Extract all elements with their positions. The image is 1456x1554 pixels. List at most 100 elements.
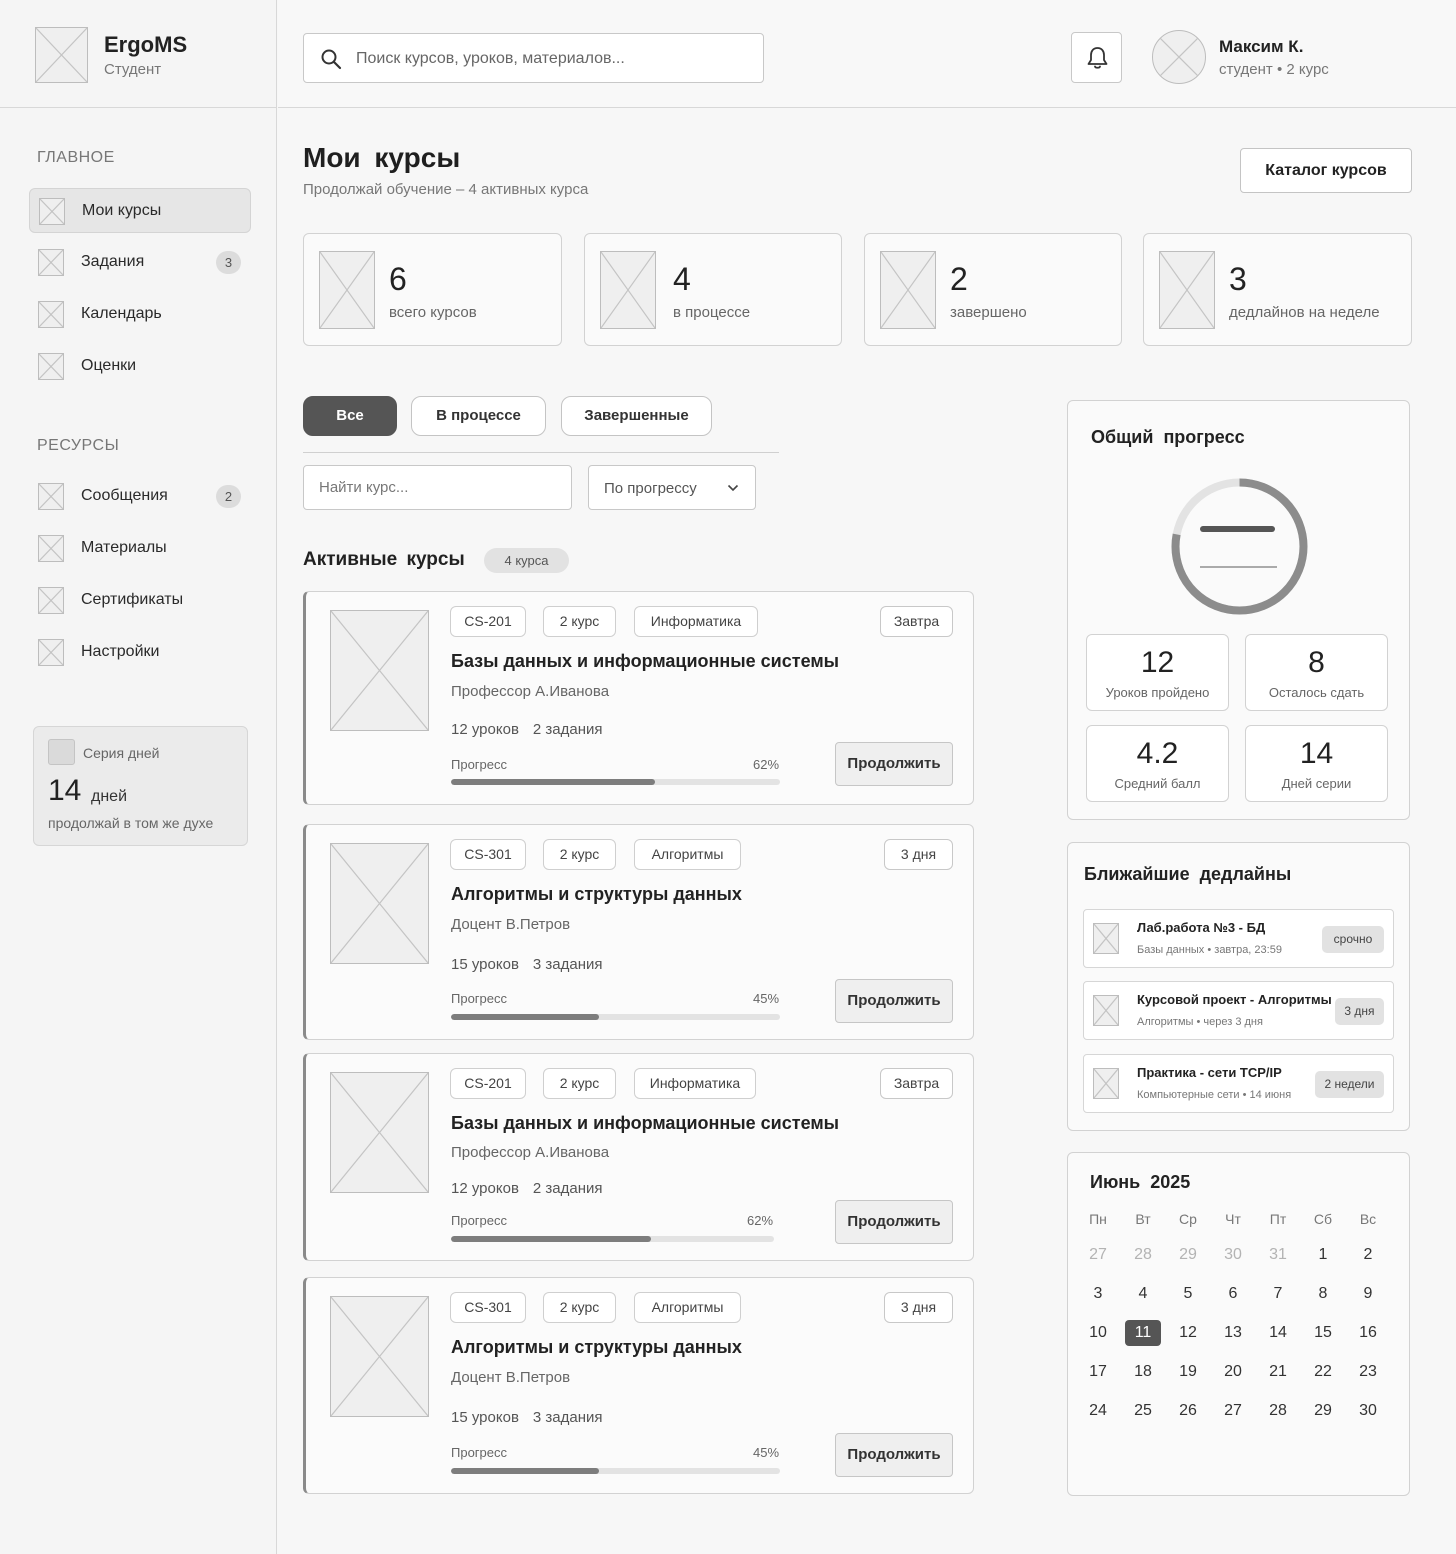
stat-placeholder-icon [1159, 251, 1215, 329]
progress-bar-fill [451, 1014, 600, 1020]
overall-stat-card: 12 Уроков пройдено [1086, 634, 1229, 711]
streak-card: Серия дней 14 дней продолжай в том же ду… [33, 726, 248, 846]
overall-stat-label: Осталось сдать [1268, 685, 1365, 700]
catalog-button[interactable]: Каталог курсов [1240, 148, 1412, 193]
search-icon [321, 49, 342, 70]
calendar-day[interactable]: 28 [1125, 1242, 1161, 1268]
image-placeholder-icon [39, 250, 63, 275]
calendar-day[interactable]: 2 [1350, 1242, 1386, 1268]
calendar-day[interactable]: 10 [1080, 1320, 1116, 1346]
settings-icon [38, 639, 64, 666]
search-input[interactable] [356, 44, 746, 74]
course-search-input[interactable] [303, 465, 572, 510]
continue-button[interactable]: Продолжить [835, 742, 953, 786]
calendar-day[interactable]: 20 [1215, 1359, 1251, 1385]
sidebar-item-my-courses[interactable]: Мои курсы [29, 188, 251, 233]
filter-tab-completed[interactable]: Завершенные [561, 396, 712, 436]
calendar-day[interactable]: 24 [1080, 1398, 1116, 1424]
calendar-day[interactable]: 23 [1350, 1359, 1386, 1385]
calendar-day[interactable]: 27 [1215, 1398, 1251, 1424]
course-card[interactable]: CS-301 2 курс Алгоритмы 3 дня Алгоритмы … [303, 824, 974, 1040]
calendar-day[interactable]: 17 [1080, 1359, 1116, 1385]
course-card[interactable]: CS-301 2 курс Алгоритмы 3 дня Алгоритмы … [303, 1277, 974, 1494]
sort-select[interactable]: По прогрессу [588, 465, 756, 510]
progress-label: Прогресс [451, 1445, 508, 1460]
sidebar-item-settings[interactable]: Настройки [29, 630, 251, 675]
progress-bar-fill [451, 1236, 652, 1242]
course-title[interactable]: Алгоритмы и структуры данных [451, 884, 742, 905]
calendar-day[interactable]: 31 [1260, 1242, 1296, 1268]
calendar-day[interactable]: 6 [1215, 1281, 1251, 1307]
course-card[interactable]: CS-201 2 курс Информатика Завтра Базы да… [303, 1053, 974, 1261]
deadline-subtitle: Компьютерные сети • 14 июня [1137, 1089, 1292, 1101]
sidebar-item-calendar[interactable]: Календарь [29, 292, 251, 337]
course-title[interactable]: Базы данных и информационные системы [451, 651, 839, 672]
sidebar-item-certificates[interactable]: Сертификаты [29, 578, 251, 623]
calendar-day[interactable]: 28 [1260, 1398, 1296, 1424]
deadline-item[interactable]: Лаб.работа №3 - БД Базы данных • завтра,… [1083, 909, 1394, 968]
stat-value: 6 [389, 261, 407, 297]
calendar-day[interactable]: 11 [1125, 1320, 1161, 1346]
image-placeholder-icon [36, 28, 87, 82]
continue-button[interactable]: Продолжить [835, 1433, 953, 1477]
assignments-count-badge: 3 [216, 251, 241, 274]
filter-tab-in-progress[interactable]: В процессе [411, 396, 546, 436]
calendar-day[interactable]: 4 [1125, 1281, 1161, 1307]
calendar-day[interactable]: 8 [1305, 1281, 1341, 1307]
sidebar-item-messages[interactable]: Сообщения 2 [29, 474, 251, 519]
progress-ring [1171, 478, 1308, 615]
assignments-icon [38, 249, 64, 276]
deadline-item[interactable]: Курсовой проект - Алгоритмы Алгоритмы • … [1083, 981, 1394, 1040]
calendar-weekday: Чт [1225, 1211, 1241, 1227]
courses-icon [39, 198, 65, 225]
continue-button[interactable]: Продолжить [835, 1200, 953, 1244]
overall-stat-value: 4.2 [1136, 737, 1179, 770]
calendar-day[interactable]: 15 [1305, 1320, 1341, 1346]
course-title[interactable]: Алгоритмы и структуры данных [451, 1337, 742, 1358]
stat-label: в процессе [673, 304, 751, 321]
overall-stat-label: Уроков пройдено [1105, 685, 1210, 700]
calendar-day[interactable]: 18 [1125, 1359, 1161, 1385]
image-placeholder-icon [39, 588, 63, 613]
notifications-button[interactable] [1071, 32, 1122, 83]
deadline-item[interactable]: Практика - сети TCP/IP Компьютерные сети… [1083, 1054, 1394, 1113]
calendar-day[interactable]: 26 [1170, 1398, 1206, 1424]
calendar-day[interactable]: 14 [1260, 1320, 1296, 1346]
tasks-count: 3 задания [532, 1409, 603, 1426]
calendar-day[interactable]: 16 [1350, 1320, 1386, 1346]
calendar-day[interactable]: 7 [1260, 1281, 1296, 1307]
calendar-day[interactable]: 30 [1350, 1398, 1386, 1424]
calendar-day[interactable]: 12 [1170, 1320, 1206, 1346]
stat-card-in-progress: 4 в процессе [584, 233, 842, 346]
continue-button[interactable]: Продолжить [835, 979, 953, 1023]
calendar-weekday: Пт [1269, 1211, 1287, 1227]
lessons-count: 12 уроков [451, 1180, 519, 1197]
course-subject-tag: Информатика [634, 606, 758, 637]
sidebar-item-materials[interactable]: Материалы [29, 526, 251, 571]
sidebar-item-grades[interactable]: Оценки [29, 344, 251, 389]
calendar-day[interactable]: 1 [1305, 1242, 1341, 1268]
calendar-day[interactable]: 5 [1170, 1281, 1206, 1307]
calendar-day[interactable]: 19 [1170, 1359, 1206, 1385]
calendar-day[interactable]: 25 [1125, 1398, 1161, 1424]
calendar-day[interactable]: 3 [1080, 1281, 1116, 1307]
calendar-day[interactable]: 22 [1305, 1359, 1341, 1385]
course-card[interactable]: CS-201 2 курс Информатика Завтра Базы да… [303, 591, 974, 805]
sidebar-item-assignments[interactable]: Задания 3 [29, 240, 251, 285]
calendar-day[interactable]: 30 [1215, 1242, 1251, 1268]
calendar-day[interactable]: 21 [1260, 1359, 1296, 1385]
global-search[interactable] [303, 33, 764, 83]
calendar-day[interactable]: 13 [1215, 1320, 1251, 1346]
calendar-day[interactable]: 27 [1080, 1242, 1116, 1268]
calendar-day[interactable]: 9 [1350, 1281, 1386, 1307]
lessons-count: 15 уроков [451, 956, 519, 973]
avatar[interactable] [1152, 30, 1206, 84]
course-code-tag: CS-201 [450, 1068, 526, 1099]
filter-tab-all[interactable]: Все [303, 396, 397, 436]
calendar-day[interactable]: 29 [1305, 1398, 1341, 1424]
course-code-tag: CS-301 [450, 839, 526, 870]
deadline-title: Курсовой проект - Алгоритмы [1137, 992, 1332, 1007]
streak-value: 14 [48, 774, 82, 807]
calendar-day[interactable]: 29 [1170, 1242, 1206, 1268]
course-title[interactable]: Базы данных и информационные системы [451, 1113, 839, 1134]
